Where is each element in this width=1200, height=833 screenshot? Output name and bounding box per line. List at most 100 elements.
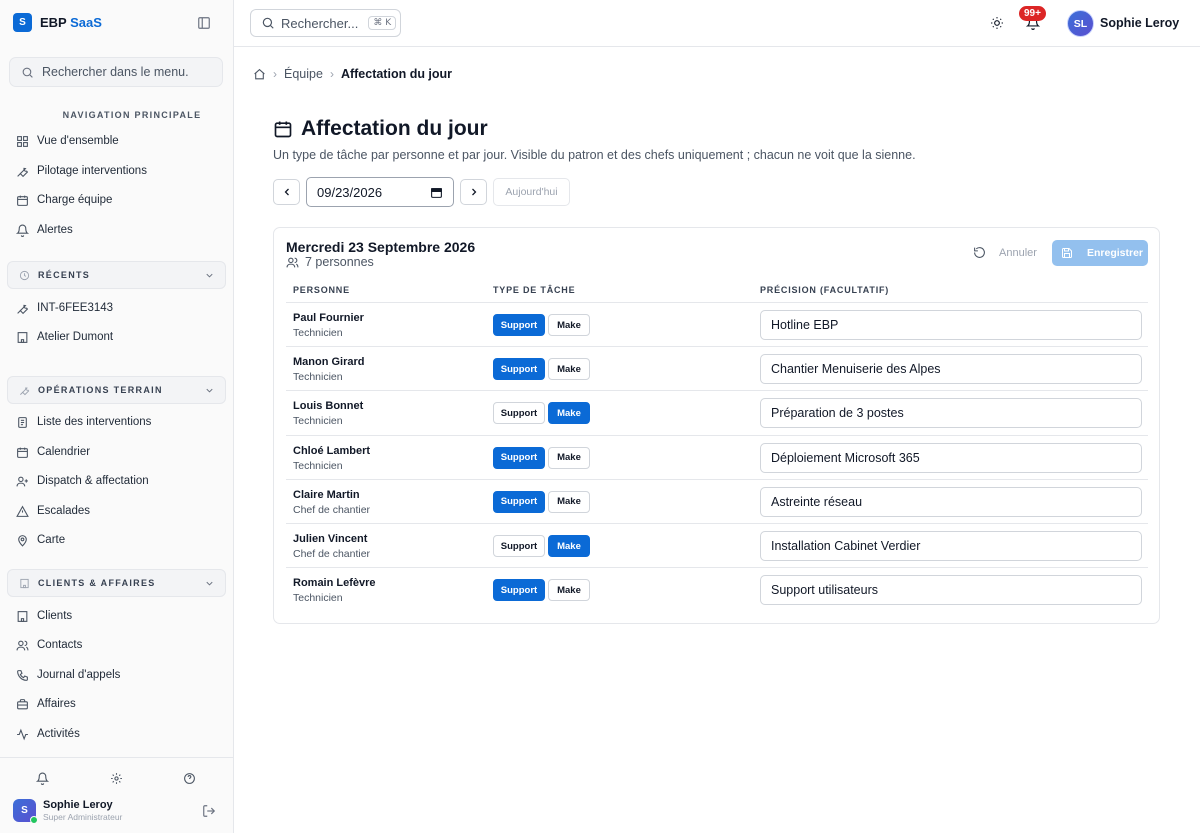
task-make-button[interactable]: Make — [548, 314, 590, 336]
breadcrumb-equipe-link[interactable]: Équipe — [284, 67, 323, 81]
page-header: Affectation du jour — [273, 117, 488, 141]
person-name: Louis Bonnet — [293, 400, 364, 413]
table-row: Paul Fournier Technicien Support Make Hotlin… — [286, 302, 1148, 346]
sidebar-item-int-6fee3143[interactable]: INT-6FEE3143 — [16, 298, 113, 318]
nav-heading-main: NAVIGATION PRINCIPALE — [62, 110, 202, 120]
phone-icon — [17, 669, 28, 681]
table-row: Chloé Lambert Technicien Support Make Déploi… — [286, 434, 1148, 479]
grid-icon — [17, 135, 28, 147]
save-button[interactable]: Enregistrer — [1052, 240, 1148, 266]
undo-icon[interactable] — [973, 246, 986, 259]
sidebar-item-charge[interactable]: Charge équipe — [16, 190, 112, 210]
task-support-button[interactable]: Support — [493, 535, 545, 557]
cancel-button[interactable]: Annuler — [999, 247, 1037, 259]
task-make-button[interactable]: Make — [548, 490, 590, 513]
chevron-right-icon — [471, 188, 476, 196]
task-support-button[interactable]: Support — [493, 446, 545, 469]
home-icon[interactable] — [253, 68, 266, 81]
calendar-picker-icon[interactable] — [430, 186, 443, 199]
bell-icon[interactable] — [36, 772, 49, 785]
group-clients-affaires[interactable]: CLIENTS & AFFAIRES — [7, 569, 226, 597]
notification-count-badge[interactable]: 99+ — [1019, 6, 1046, 21]
sidebar-item-activites[interactable]: Activités — [16, 724, 80, 744]
person-role: Technicien — [293, 592, 343, 605]
sidebar-item-escalades[interactable]: Escalades — [16, 501, 90, 521]
task-make-button[interactable]: Make — [548, 535, 590, 557]
task-make-button[interactable]: Make — [548, 358, 590, 381]
sidebar: S EBP SaaS Rechercher dans le menu. NAVI… — [0, 0, 234, 833]
person-name: Romain Lefèvre — [293, 577, 376, 590]
sidebar-item-overview[interactable]: Vue d'ensemble — [16, 131, 119, 151]
sidebar-item-atelier-dumont[interactable]: Atelier Dumont — [16, 327, 113, 347]
chevron-down-icon — [206, 273, 213, 278]
sidebar-item-calendrier[interactable]: Calendrier — [16, 442, 90, 462]
clock-icon — [19, 270, 30, 280]
sidebar-item-dispatch[interactable]: Dispatch & affectation — [16, 471, 149, 491]
sun-icon[interactable] — [990, 16, 1004, 30]
person-name: Julien Vincent — [293, 533, 368, 545]
chevron-left-icon — [284, 188, 289, 196]
sidebar-item-contacts[interactable]: Contacts — [16, 635, 82, 655]
warning-icon — [16, 505, 29, 517]
group-operations-terrain[interactable]: OPÉRATIONS TERRAIN — [7, 376, 226, 404]
sidebar-item-alertes[interactable]: Alertes — [16, 220, 73, 240]
wrench-icon — [17, 304, 29, 314]
person-role: Technicien — [293, 371, 343, 384]
global-search-label: Rechercher... — [281, 15, 359, 31]
wrench-icon — [20, 386, 30, 395]
sidebar-item-journal-appels[interactable]: Journal d'appels — [16, 665, 120, 685]
person-role: Technicien — [293, 327, 343, 339]
task-support-button[interactable]: Support — [493, 314, 545, 336]
precision-input[interactable]: Installation Cabinet Verdier — [760, 531, 1142, 561]
menu-search-input[interactable]: Rechercher dans le menu. — [9, 57, 223, 87]
page-title: Affectation du jour — [301, 117, 488, 140]
date-input[interactable]: 09/23/2026 — [306, 177, 454, 207]
list-icon — [18, 416, 27, 428]
task-make-button[interactable]: Make — [548, 446, 590, 469]
sidebar-item-affaires[interactable]: Affaires — [16, 694, 76, 714]
help-icon[interactable] — [183, 772, 196, 785]
task-support-button[interactable]: Support — [493, 579, 545, 602]
sidebar-item-pilotage[interactable]: Pilotage interventions — [16, 161, 147, 181]
person-role: Chef de chantier — [293, 548, 371, 560]
sidebar-user-card[interactable]: S Sophie Leroy Super Administrateur — [13, 799, 122, 824]
table-row: Manon Girard Technicien Support Make Chantie… — [286, 346, 1148, 390]
logout-icon[interactable] — [202, 804, 216, 818]
precision-input[interactable]: Préparation de 3 postes — [760, 398, 1142, 429]
bell-icon — [16, 224, 29, 237]
task-support-button[interactable]: Support — [493, 402, 545, 425]
calendar-icon — [17, 447, 28, 458]
today-button[interactable]: Aujourd'hui — [493, 178, 570, 206]
sidebar-item-interventions-list[interactable]: Liste des interventions — [16, 412, 151, 432]
brand-name: EBP SaaS — [40, 15, 102, 30]
task-make-button[interactable]: Make — [548, 402, 590, 425]
next-day-button[interactable] — [460, 179, 487, 205]
task-support-button[interactable]: Support — [493, 490, 545, 513]
precision-input[interactable]: Support utilisateurs — [760, 575, 1142, 606]
map-pin-icon — [18, 534, 27, 547]
task-make-button[interactable]: Make — [548, 579, 590, 602]
previous-day-button[interactable] — [273, 179, 300, 205]
avatar[interactable]: SL — [1067, 10, 1094, 37]
precision-input[interactable]: Hotline EBP — [760, 310, 1142, 340]
person-role: Technicien — [293, 459, 343, 472]
column-header-precision: PRÉCISION (FACULTATIF) — [760, 285, 890, 295]
sidebar-collapse-icon[interactable] — [197, 16, 211, 30]
brand[interactable]: S EBP SaaS — [13, 13, 102, 32]
gear-icon[interactable] — [110, 772, 123, 785]
precision-input[interactable]: Chantier Menuiserie des Alpes — [760, 354, 1142, 385]
breadcrumb-separator: › — [329, 67, 334, 81]
precision-input[interactable]: Astreinte réseau — [760, 486, 1142, 517]
task-support-button[interactable]: Support — [493, 358, 545, 381]
precision-input[interactable]: Déploiement Microsoft 365 — [760, 442, 1142, 473]
global-search-button[interactable]: Rechercher... ⌘ K — [250, 9, 401, 37]
activity-icon — [17, 728, 28, 740]
group-recents[interactable]: RÉCENTS — [7, 261, 226, 289]
sidebar-user-name: Sophie Leroy — [43, 799, 113, 811]
sidebar-item-clients[interactable]: Clients — [16, 606, 72, 626]
people-count: 7 personnes — [286, 255, 374, 269]
topbar: Rechercher... ⌘ K 99+ SL Sophie Leroy — [234, 0, 1200, 47]
topbar-user-name[interactable]: Sophie Leroy — [1100, 16, 1179, 30]
sidebar-item-carte[interactable]: Carte — [16, 530, 65, 550]
person-role: Technicien — [293, 415, 343, 428]
